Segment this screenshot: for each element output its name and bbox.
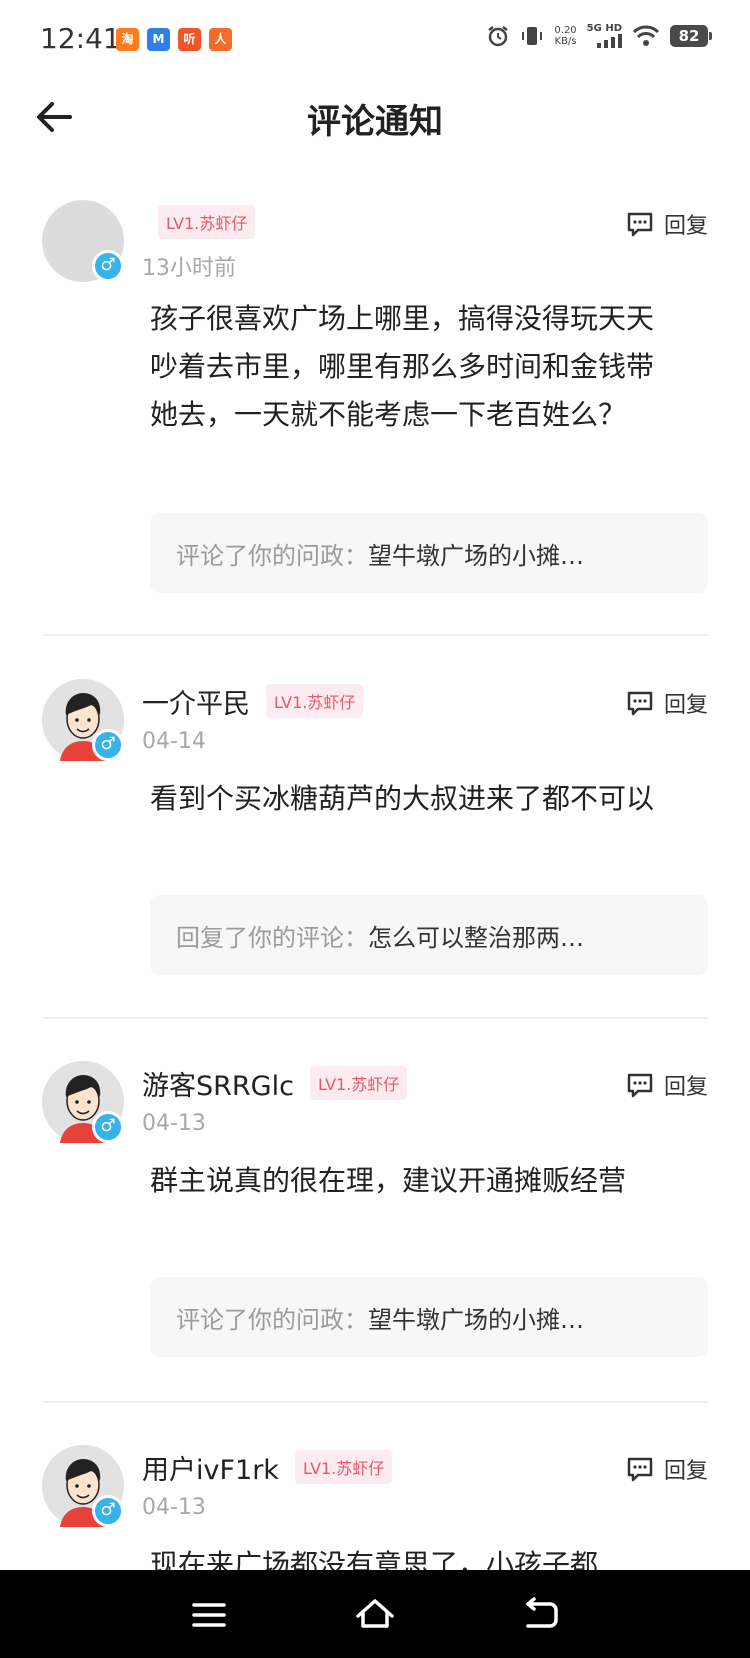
comment-time: 04-13 — [142, 1111, 206, 1136]
quoted-post[interactable]: 评论了你的问政： 望牛墩广场的小摊… — [150, 1277, 708, 1357]
comment-item: ♂ 用户ivF1rk LV1.苏虾仔 04-13 回复 现在来广场都没有意思了，… — [0, 1401, 750, 1570]
home-icon — [356, 1599, 394, 1628]
comment-time: 04-14 — [142, 729, 206, 754]
level-badge: LV1.苏虾仔 — [294, 1450, 393, 1484]
reply-button[interactable]: 回复 — [626, 1453, 708, 1485]
comment-content: 现在来广场都没有意思了，小孩子都 — [150, 1548, 599, 1570]
quote-text: 怎么可以整治那两… — [368, 923, 584, 952]
back-nav-icon — [526, 1597, 558, 1628]
quoted-post[interactable]: 回复了你的评论： 怎么可以整治那两… — [150, 895, 708, 975]
comment-bubble-icon — [627, 1073, 653, 1098]
level-badge: LV1.苏虾仔 — [266, 684, 364, 718]
male-icon: ♂ — [92, 729, 124, 761]
comment-header: 一介平民 LV1.苏虾仔 — [142, 682, 364, 721]
comment-bubble-icon — [627, 1457, 653, 1482]
comment-time: 04-13 — [142, 1495, 206, 1520]
reply-button[interactable]: 回复 — [626, 687, 708, 719]
username[interactable]: 游客SRRGlc — [142, 1064, 294, 1103]
menu-icon — [192, 1603, 226, 1627]
reply-label: 回复 — [663, 693, 708, 718]
back-nav-button[interactable] — [520, 1594, 562, 1636]
quote-text: 望牛墩广场的小摊… — [368, 1305, 584, 1334]
home-nav-button[interactable] — [354, 1594, 396, 1636]
reply-label: 回复 — [663, 1459, 708, 1484]
username[interactable]: 用户ivF1rk — [142, 1448, 279, 1487]
comment-header: 用户ivF1rk LV1.苏虾仔 — [142, 1448, 393, 1487]
username[interactable]: 一介平民 — [142, 682, 250, 721]
menu-nav-button[interactable] — [188, 1594, 230, 1636]
comment-item: ♂ 游客SRRGlc LV1.苏虾仔 04-13 回复 群主说真的很在理，建议开… — [0, 1019, 750, 1403]
comment-bubble-icon — [627, 691, 653, 716]
level-badge: LV1.苏虾仔 — [309, 1066, 408, 1100]
comment-list-items: ♂ 一介平民 LV1.苏虾仔 04-14 回复 看到个买冰糖葫芦的大叔进来了都不… — [0, 0, 750, 1570]
reply-button[interactable]: 回复 — [626, 1069, 708, 1101]
male-icon: ♂ — [92, 1111, 124, 1143]
reply-label: 回复 — [663, 1075, 708, 1100]
comment-header: 游客SRRGlc LV1.苏虾仔 — [142, 1064, 408, 1103]
male-icon: ♂ — [92, 1495, 124, 1527]
system-nav-bar — [0, 1570, 750, 1658]
quote-prefix: 评论了你的问政： — [176, 1305, 368, 1334]
quote-prefix: 回复了你的评论： — [176, 923, 368, 952]
comment-content: 群主说真的很在理，建议开通摊贩经营 — [150, 1164, 627, 1197]
comment-content: 看到个买冰糖葫芦的大叔进来了都不可以 — [150, 782, 655, 815]
comment-item: ♂ 一介平民 LV1.苏虾仔 04-14 回复 看到个买冰糖葫芦的大叔进来了都不… — [0, 637, 750, 1019]
